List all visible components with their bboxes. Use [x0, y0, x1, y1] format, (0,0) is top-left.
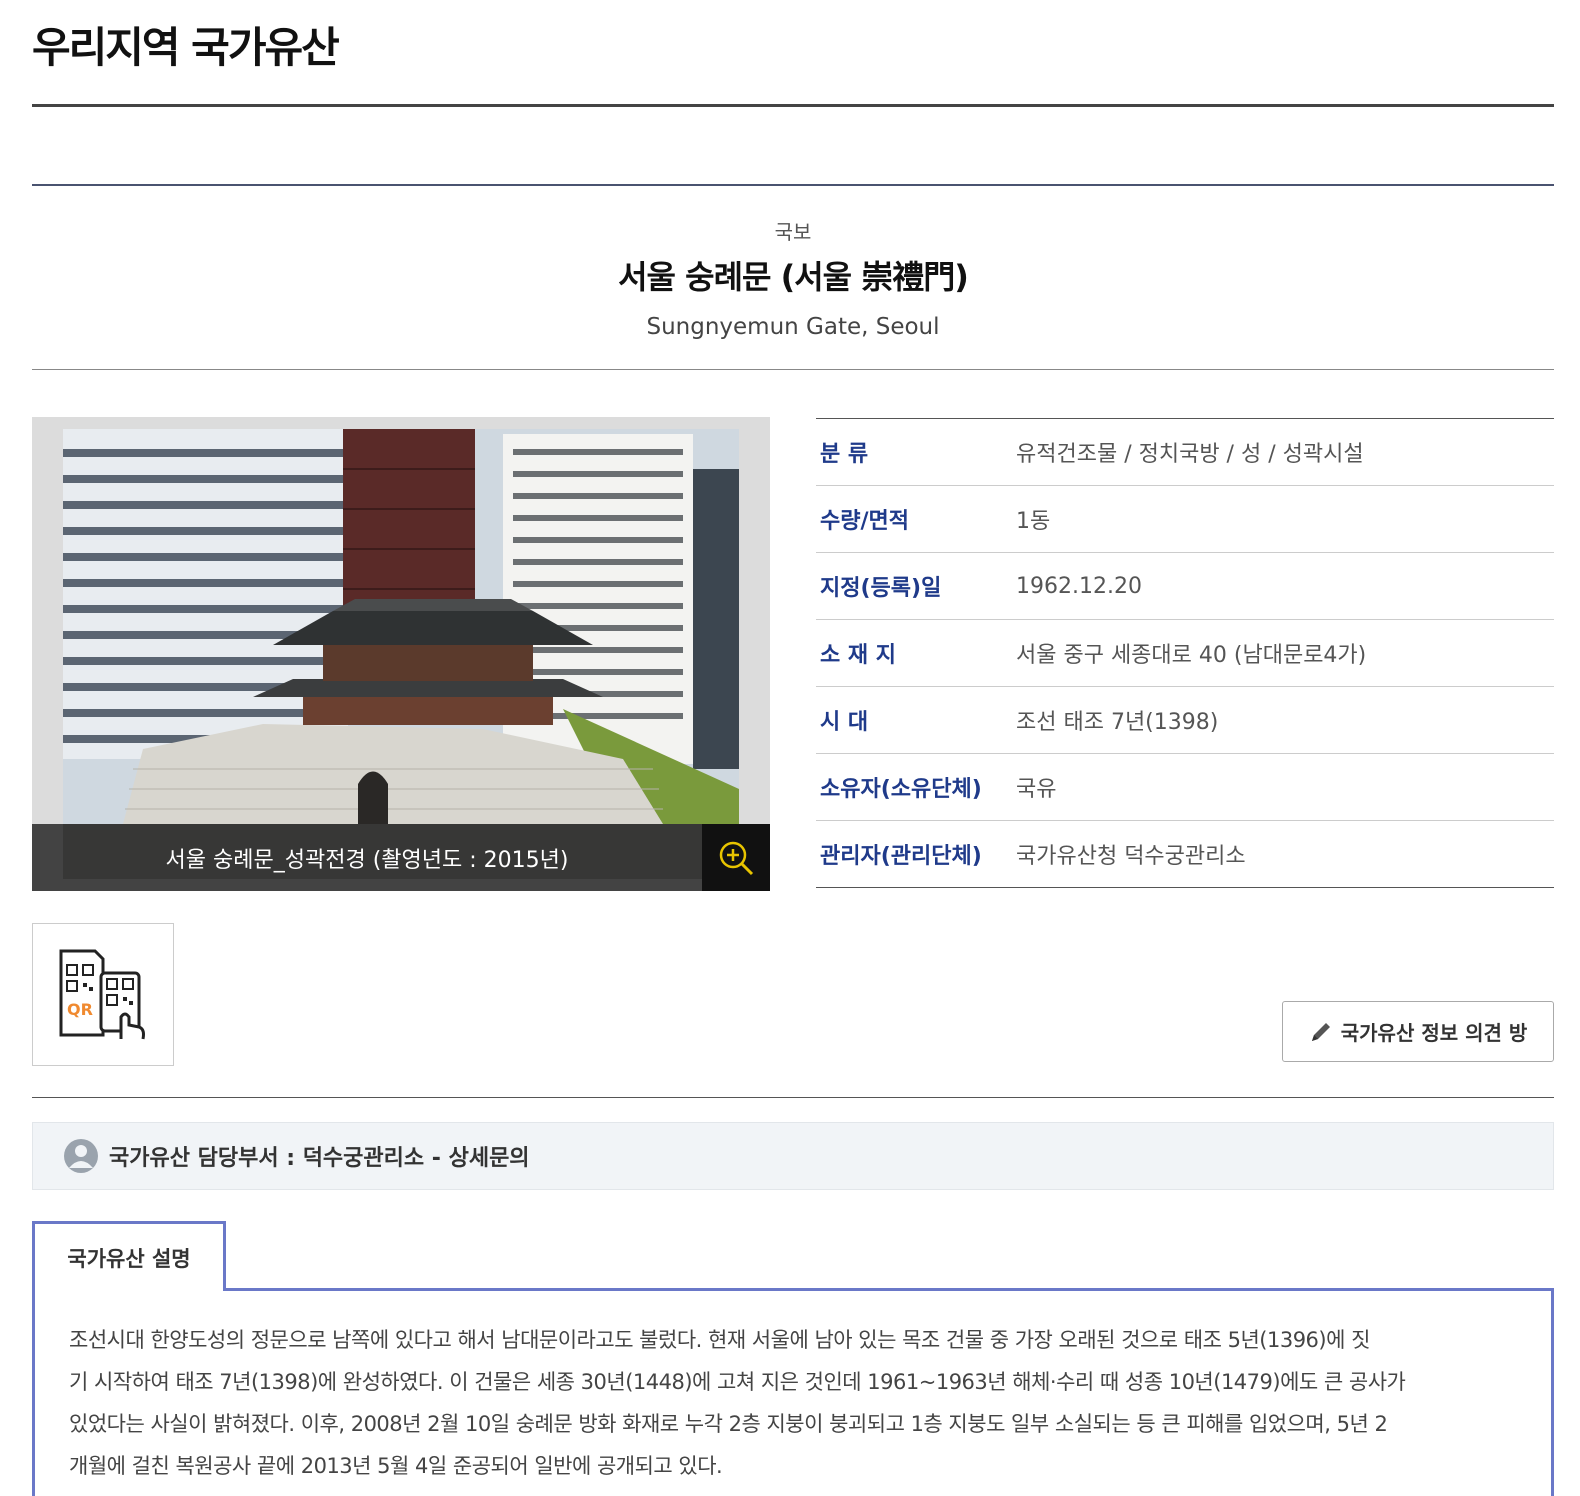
info-value: 국유 [1016, 777, 1057, 802]
heritage-title: 서울 숭례문 (서울 崇禮門) [618, 258, 969, 296]
info-value: 1동 [1016, 509, 1051, 534]
info-value: 국가유산청 덕수궁관리소 [1016, 844, 1246, 869]
heritage-category: 국보 [774, 220, 812, 244]
sungnyemun-photo-image [63, 429, 739, 879]
info-label: 분 류 [820, 442, 869, 467]
heritage-opinion-button[interactable]: 국가유산 정보 의견 방 [1282, 1001, 1554, 1062]
pencil-icon [1311, 1022, 1330, 1041]
heritage-heading: 국보 서울 숭례문 (서울 崇禮門) Sungnyemun Gate, Seou… [32, 186, 1554, 370]
heritage-photo[interactable]: 서울 숭례문_성곽전경 (촬영년도 : 2015년) [32, 417, 770, 891]
zoom-in-button[interactable] [702, 824, 770, 891]
info-label: 시 대 [820, 710, 869, 735]
info-label: 관리자(관리단체) [820, 844, 982, 869]
info-label: 소유자(소유단체) [820, 777, 982, 802]
heritage-english-title: Sungnyemun Gate, Seoul [646, 314, 940, 340]
description-line: 있었다는 사실이 밝혀졌다. 이후, 2008년 2월 10일 숭례문 방화 화… [69, 1412, 1388, 1436]
description-line: 조선시대 한양도성의 정문으로 남쪽에 있다고 해서 남대문이라고도 불렀다. … [69, 1328, 1370, 1352]
info-row-era: 시 대 조선 태조 7년(1398) [816, 687, 1554, 754]
content-divider [32, 1097, 1554, 1098]
qr-code-button[interactable]: QR [32, 923, 174, 1066]
info-row-classification: 분 류 유적건조물 / 정치국방 / 성 / 성곽시설 [816, 419, 1554, 486]
description-line: 개월에 걸친 복원공사 끝에 2013년 5월 4일 준공되어 일반에 공개되고… [69, 1454, 723, 1478]
info-value: 유적건조물 / 정치국방 / 성 / 성곽시설 [1016, 442, 1364, 467]
person-icon [64, 1139, 98, 1173]
page-title: 우리지역 국가유산 [32, 23, 340, 72]
description-text: 조선시대 한양도성의 정문으로 남쪽에 있다고 해서 남대문이라고도 불렀다. … [69, 1319, 1529, 1487]
info-label: 지정(등록)일 [820, 576, 942, 601]
qr-label: QR [67, 1000, 93, 1019]
heritage-info-table: 분 류 유적건조물 / 정치국방 / 성 / 성곽시설 수량/면적 1동 지정(… [816, 418, 1554, 888]
info-row-location: 소 재 지 서울 중구 세종대로 40 (남대문로4가) [816, 620, 1554, 687]
info-row-owner: 소유자(소유단체) 국유 [816, 754, 1554, 821]
info-row-manager: 관리자(관리단체) 국가유산청 덕수궁관리소 [816, 821, 1554, 888]
zoom-in-icon [719, 841, 754, 875]
info-label: 소 재 지 [820, 643, 897, 668]
description-line: 기 시작하여 태조 7년(1398)에 완성하였다. 이 건물은 세종 30년(… [69, 1370, 1406, 1394]
department-contact-link[interactable]: 국가유산 담당부서 : 덕수궁관리소 - 상세문의 [109, 1140, 530, 1172]
photo-caption: 서울 숭례문_성곽전경 (촬영년도 : 2015년) [32, 824, 702, 891]
info-row-quantity: 수량/면적 1동 [816, 486, 1554, 553]
info-label: 수량/면적 [820, 509, 909, 534]
info-row-designation-date: 지정(등록)일 1962.12.20 [816, 553, 1554, 620]
opinion-button-label: 국가유산 정보 의견 방 [1340, 1021, 1528, 1045]
qr-code-icon: QR [59, 949, 145, 1039]
tab-heritage-description[interactable]: 국가유산 설명 [32, 1221, 226, 1291]
info-value: 서울 중구 세종대로 40 (남대문로4가) [1016, 643, 1367, 668]
info-value: 1962.12.20 [1016, 573, 1142, 599]
tab-connector [35, 1287, 223, 1292]
title-divider [32, 104, 1554, 107]
info-value: 조선 태조 7년(1398) [1016, 710, 1219, 735]
department-contact-bar: 국가유산 담당부서 : 덕수궁관리소 - 상세문의 [32, 1122, 1554, 1190]
description-panel: 조선시대 한양도성의 정문으로 남쪽에 있다고 해서 남대문이라고도 불렀다. … [32, 1288, 1554, 1496]
